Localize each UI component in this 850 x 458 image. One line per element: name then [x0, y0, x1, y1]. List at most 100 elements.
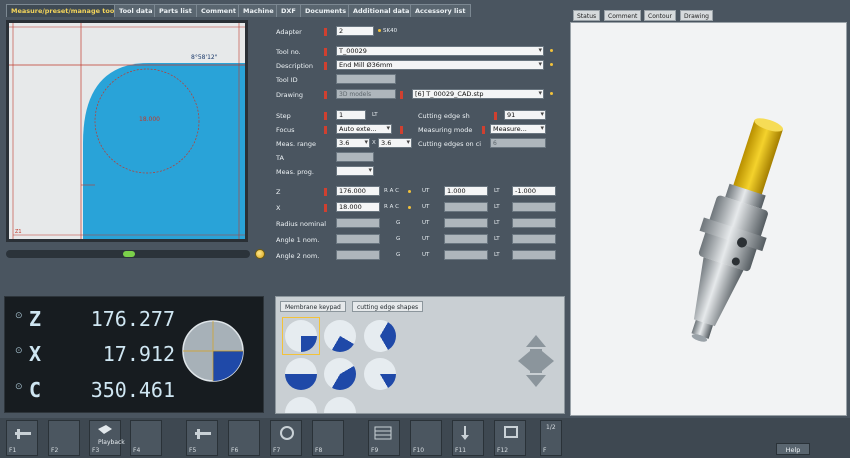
f7-button[interactable]: F7 — [270, 420, 302, 456]
angle2-lt-field[interactable] — [512, 250, 556, 260]
f-page-button[interactable]: F 1/2 — [540, 420, 562, 456]
shape-2-icon[interactable] — [324, 320, 356, 352]
angle1-lt-field[interactable] — [512, 234, 556, 244]
dro-row-x: ⊙ X 17.912 — [15, 340, 175, 368]
shape-3-icon[interactable] — [364, 320, 396, 352]
meas-range-y-select[interactable]: 3.6 — [378, 138, 412, 148]
tab-cutting-edge-shapes[interactable]: cutting edge shapes — [352, 301, 424, 312]
tab-measure[interactable]: Measure/preset/manage tool — [6, 4, 122, 17]
meas-prog-select[interactable] — [336, 166, 374, 176]
tab-accessory-list[interactable]: Accessory list — [410, 4, 471, 17]
axis-value: 176.277 — [90, 307, 175, 331]
f6-label: F6 — [231, 447, 239, 454]
f4-button[interactable]: F4 — [130, 420, 162, 456]
f8-button[interactable]: F8 — [312, 420, 344, 456]
ta-field[interactable] — [336, 152, 374, 162]
x-lt-field[interactable] — [512, 202, 556, 212]
tab-dxf[interactable]: DXF — [276, 4, 301, 17]
angle2-ut-field[interactable] — [444, 250, 488, 260]
description-field[interactable]: End Mill Ø36mm — [336, 60, 544, 70]
radius-lt-field[interactable] — [512, 218, 556, 228]
g-label: G — [396, 252, 401, 258]
shape-8-icon[interactable] — [324, 397, 356, 413]
dro-row-c: ⊙ C 350.461 — [15, 376, 175, 404]
tool-form: Adapter 2 SK40 Tool no. T_00029 Descript… — [268, 18, 564, 162]
ut-field[interactable]: 1.000 — [444, 186, 488, 196]
focus-select[interactable]: Auto exte... — [336, 124, 392, 134]
radius-ut-field[interactable] — [444, 218, 488, 228]
f9-button[interactable]: F9 — [368, 420, 400, 456]
f6-button[interactable]: F6 — [228, 420, 260, 456]
lt-field[interactable]: -1.000 — [512, 186, 556, 196]
tool-no-field[interactable]: T_00029 — [336, 46, 544, 56]
f12-label: F12 — [497, 447, 509, 454]
tab-status[interactable]: Status — [573, 10, 601, 21]
tool-id-field[interactable] — [336, 74, 396, 84]
f12-button[interactable]: F12 — [494, 420, 526, 456]
z-field[interactable]: 176.000 — [336, 186, 380, 196]
shape-7-icon[interactable] — [285, 397, 317, 413]
adapter-field[interactable]: 2 — [336, 26, 374, 36]
navigation-arrows-icon[interactable] — [516, 333, 556, 389]
info-dot — [550, 49, 553, 52]
f7-label: F7 — [273, 447, 281, 454]
f3-label: F3 — [92, 447, 100, 454]
help-button[interactable]: Help — [776, 443, 810, 455]
drawing-field[interactable]: [6] T_00029_CAD.stp — [412, 89, 544, 99]
axis-label: C — [29, 378, 42, 402]
angle1-field[interactable] — [336, 234, 380, 244]
f11-button[interactable]: F11 — [452, 420, 484, 456]
tab-parts-list[interactable]: Parts list — [154, 4, 197, 17]
f8-label: F8 — [315, 447, 323, 454]
tab-membrane-keypad[interactable]: Membrane keypad — [280, 301, 346, 312]
angle2-field[interactable] — [336, 250, 380, 260]
corner-label: Z1 — [15, 229, 22, 235]
g-label: G — [396, 236, 401, 242]
measuring-mode-select[interactable]: Measure... — [490, 124, 546, 134]
f3-button[interactable]: F3 Playback — [89, 420, 125, 456]
3d-models-button[interactable]: 3D models — [336, 89, 396, 99]
f5-button[interactable]: F5 — [186, 420, 218, 456]
drawing-label: Drawing — [276, 91, 304, 99]
shape-5-icon[interactable] — [324, 358, 356, 390]
required-mark — [324, 48, 327, 56]
axis-value: 350.461 — [90, 378, 175, 402]
cutting-edges-field[interactable]: 6 — [490, 138, 546, 148]
meas-range-x-select[interactable]: 3.6 — [336, 138, 370, 148]
tab-right-comment[interactable]: Comment — [604, 10, 642, 21]
3d-tool-view[interactable] — [570, 22, 847, 416]
book-icon — [98, 425, 112, 434]
tab-additional-data[interactable]: Additional data — [348, 4, 415, 17]
cutting-edge-field[interactable]: 91 — [504, 110, 546, 120]
step-label: Step — [276, 112, 291, 120]
required-mark — [324, 126, 327, 134]
tab-drawing[interactable]: Drawing — [680, 10, 713, 21]
shape-4-icon[interactable] — [285, 358, 317, 390]
f2-button[interactable]: F2 — [48, 420, 80, 456]
tab-contour[interactable]: Contour — [644, 10, 676, 21]
status-orb-icon[interactable] — [255, 249, 265, 259]
slider-knob[interactable] — [123, 251, 135, 257]
shape-6-icon[interactable] — [364, 358, 396, 390]
step-field[interactable]: 1 — [336, 110, 366, 120]
tab-machine[interactable]: Machine — [238, 4, 279, 17]
ut-label: UT — [422, 252, 430, 258]
tab-documents[interactable]: Documents — [300, 4, 352, 17]
cutting-edge-shapes-panel: Membrane keypad cutting edge shapes — [275, 296, 565, 414]
adapter-extra: SK40 — [383, 28, 398, 34]
x-field[interactable]: 18.000 — [336, 202, 380, 212]
focus-label: Focus — [276, 126, 295, 134]
tool-preview[interactable]: 8°58'12" 18.000 Z1 — [6, 20, 248, 242]
tab-tool-data[interactable]: Tool data — [114, 4, 158, 17]
required-mark — [494, 112, 497, 120]
info-dot — [408, 190, 411, 193]
f10-button[interactable]: F10 — [410, 420, 442, 456]
shape-1-icon[interactable] — [285, 320, 317, 352]
x-ut-field[interactable] — [444, 202, 488, 212]
f1-button[interactable]: F1 — [6, 420, 38, 456]
tab-comment[interactable]: Comment — [196, 4, 241, 17]
meas-range-sep: X — [372, 140, 376, 146]
measure-down-icon — [461, 426, 469, 440]
angle1-ut-field[interactable] — [444, 234, 488, 244]
radius-field[interactable] — [336, 218, 380, 228]
